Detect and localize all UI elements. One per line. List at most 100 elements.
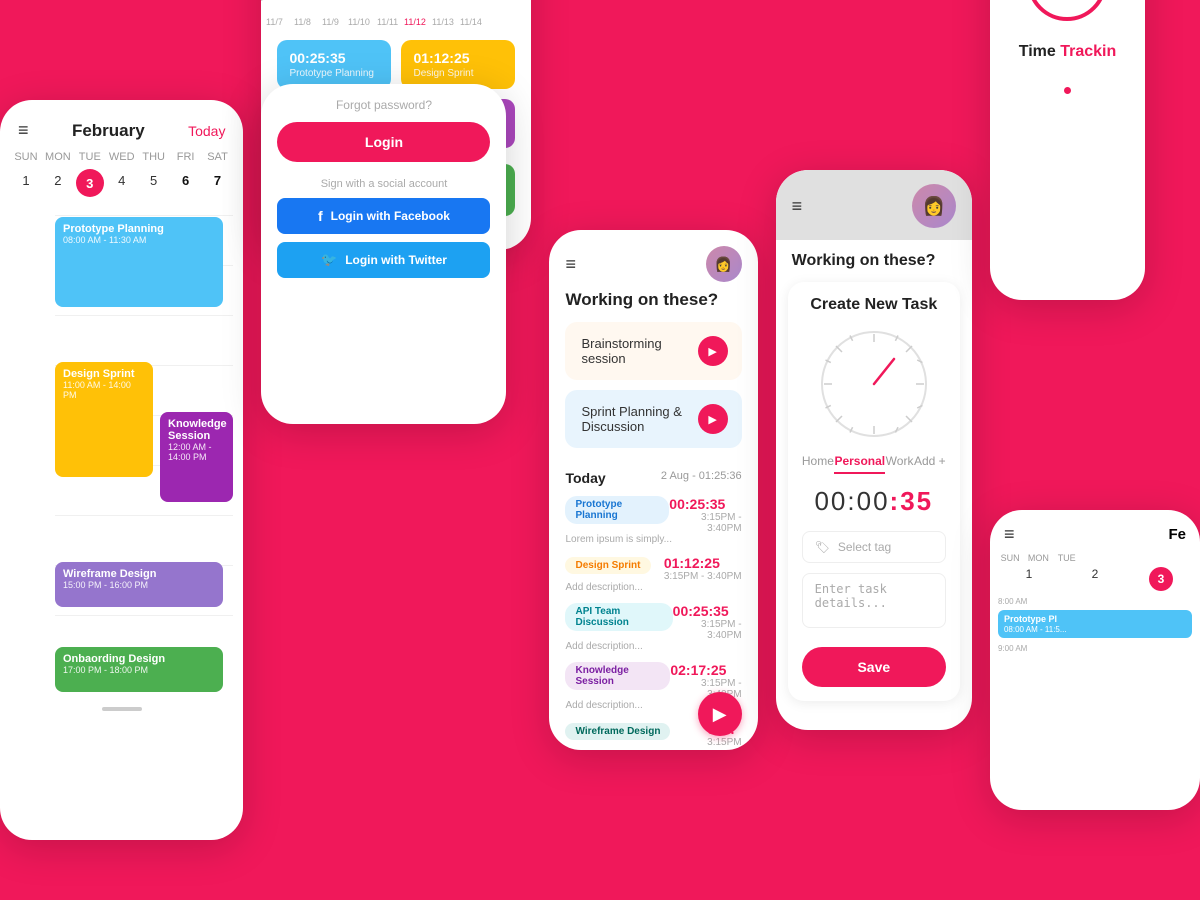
create-task-inner: Create New Task <box>788 282 960 701</box>
event-onboarding[interactable]: Onbaording Design 17:00 PM - 18:00 PM <box>55 647 223 692</box>
task-label: Sprint Planning & Discussion <box>581 404 697 434</box>
login-button[interactable]: Login <box>277 122 490 162</box>
block-time: 00:25:35 <box>289 50 379 66</box>
event-time: 12:00 AM - 14:00 PM <box>168 442 225 462</box>
calendar-card: ≡ February Today SUN MON TUE WED THU FRI… <box>0 100 243 840</box>
create-task-working-title: Working on these? <box>776 240 972 270</box>
svg-text:11/11: 11/11 <box>377 17 398 27</box>
date-6[interactable]: 6 <box>170 169 202 197</box>
time-val: 02:17:25 <box>670 662 741 678</box>
float-play-button[interactable]: ▶ <box>698 692 742 736</box>
tag-wireframe: Wireframe Design <box>565 723 670 740</box>
facebook-btn-label: Login with Facebook <box>331 209 450 223</box>
block-time: 01:12:25 <box>413 50 503 66</box>
desc: Lorem ipsum is simply... <box>565 534 741 545</box>
divider-14 <box>55 515 233 516</box>
partial-date-active[interactable]: 3 <box>1149 567 1173 591</box>
social-label: Sign with a social account <box>261 178 506 190</box>
event-wireframe[interactable]: Wireframe Design 15:00 PM - 16:00 PM <box>55 562 223 607</box>
tag-placeholder: Select tag <box>838 540 891 554</box>
menu-icon[interactable]: ≡ <box>792 196 803 217</box>
event-prototype-planning[interactable]: Prototype Planning 08:00 AM - 11:30 AM <box>55 217 223 307</box>
tt-icon-area: Time Trackin <box>990 0 1145 77</box>
desc: Add description... <box>565 582 741 593</box>
divider-8 <box>55 215 233 216</box>
event-label: Onbaording Design <box>63 653 215 665</box>
save-task-button[interactable]: Save <box>802 647 946 687</box>
play-brainstorming-button[interactable]: ▶ <box>698 336 728 366</box>
event-time: 11:00 AM - 14:00 PM <box>63 380 145 400</box>
calendar-dates: 1 2 3 4 5 6 7 <box>0 169 243 197</box>
date-2[interactable]: 2 <box>42 169 74 197</box>
svg-text:11/14: 11/14 <box>460 17 482 27</box>
event-label: Knowledge Session <box>168 418 225 442</box>
working-card: ≡ 👩 Working on these? Brainstorming sess… <box>549 230 757 750</box>
tag-icon: 🏷 <box>815 540 830 554</box>
calendar-partial-card: ≡ Fe SUN MON TUE 1 2 3 8:00 AM Prototype… <box>990 510 1200 810</box>
clock-icon-svg <box>1022 0 1112 26</box>
facebook-login-button[interactable]: f Login with Facebook <box>277 198 490 234</box>
right-column: Time Trackin ≡ Fe SUN MON TUE 1 2 3 8:00… <box>990 20 1200 810</box>
partial-events: 8:00 AM Prototype Pl08:00 AM - 11:5... 9… <box>990 597 1200 653</box>
partial-time-9: 9:00 AM <box>998 644 1192 653</box>
event-label: Wireframe Design <box>63 568 215 580</box>
menu-icon[interactable]: ≡ <box>18 120 29 141</box>
user-avatar: 👩 <box>912 184 956 228</box>
task-sprint: Sprint Planning & Discussion ▶ <box>565 390 741 448</box>
time-val: 01:12:25 <box>664 555 742 571</box>
play-sprint-button[interactable]: ▶ <box>698 404 728 434</box>
nav-home[interactable]: Home <box>802 454 834 474</box>
date-1[interactable]: 1 <box>10 169 42 197</box>
menu-icon[interactable]: ≡ <box>565 254 576 275</box>
calendar-header: ≡ February Today <box>0 100 243 151</box>
clock-circle <box>814 324 934 444</box>
tag-knowledge: Knowledge Session <box>565 662 670 690</box>
svg-text:11/13: 11/13 <box>432 17 454 27</box>
block-label: Prototype Planning <box>289 68 379 79</box>
svg-text:11/7: 11/7 <box>266 17 283 27</box>
working-header: ≡ 👩 <box>549 230 757 290</box>
time-range: 3:15PM - 3:40PM <box>664 571 742 582</box>
tag-design: Design Sprint <box>565 557 650 574</box>
event-knowledge-session[interactable]: Knowledge Session 12:00 AM - 14:00 PM <box>160 412 233 502</box>
cal-partial-month: Fe <box>1168 526 1186 543</box>
clock-icon-container <box>1022 0 1112 31</box>
chart-svg: 11/7 11/8 11/9 11/10 11/11 11/12 11/13 1… <box>261 0 531 30</box>
time-range: 3:15PM - 3:40PM <box>673 619 742 641</box>
timer-nav: Home Personal Work Add + <box>802 454 946 474</box>
date-4[interactable]: 4 <box>106 169 138 197</box>
calendar-days-header: SUN MON TUE WED THU FRI SAT <box>0 151 243 163</box>
nav-work[interactable]: Work <box>886 454 914 474</box>
nav-personal[interactable]: Personal <box>834 454 885 474</box>
user-avatar: 👩 <box>706 246 742 282</box>
timer-seconds: :35 <box>890 486 934 516</box>
twitter-login-button[interactable]: 🐦 Login with Twitter <box>277 242 490 278</box>
date-3-active[interactable]: 3 <box>76 169 104 197</box>
event-time: 17:00 PM - 18:00 PM <box>63 665 215 675</box>
partial-time-8: 8:00 AM <box>998 597 1192 606</box>
block-label: Design Sprint <box>413 68 503 79</box>
date-7[interactable]: 7 <box>202 169 234 197</box>
today-button[interactable]: Today <box>188 123 225 139</box>
event-design-sprint[interactable]: Design Sprint 11:00 AM - 14:00 PM <box>55 362 153 477</box>
task-brainstorming: Brainstorming session ▶ <box>565 322 741 380</box>
twitter-icon: 🐦 <box>321 252 337 268</box>
today-row-prototype: Prototype Planning 00:25:353:15PM - 3:40… <box>565 496 741 545</box>
task-details-input[interactable]: Enter task details... <box>802 573 946 628</box>
divider-16 <box>55 615 233 616</box>
today-date: 2 Aug - 01:25:36 <box>661 470 742 486</box>
event-time: 08:00 AM - 11:30 AM <box>63 235 215 245</box>
record-indicator <box>990 77 1145 104</box>
task-label: Brainstorming session <box>581 336 697 366</box>
nav-add[interactable]: Add + <box>914 454 946 474</box>
home-indicator <box>0 697 243 719</box>
time-val: 00:25:35 <box>673 603 742 619</box>
today-row-api: API Team Discussion 00:25:353:15PM - 3:4… <box>565 603 741 652</box>
tag-select-row[interactable]: 🏷 Select tag <box>802 531 946 563</box>
time-range: 3:15PM - 3:40PM <box>669 512 741 534</box>
time-val: 00:25:35 <box>669 496 741 512</box>
menu-icon[interactable]: ≡ <box>1004 524 1015 545</box>
partial-days-header: SUN MON TUE <box>990 553 1200 563</box>
date-5[interactable]: 5 <box>138 169 170 197</box>
svg-text:11/8: 11/8 <box>294 17 311 27</box>
